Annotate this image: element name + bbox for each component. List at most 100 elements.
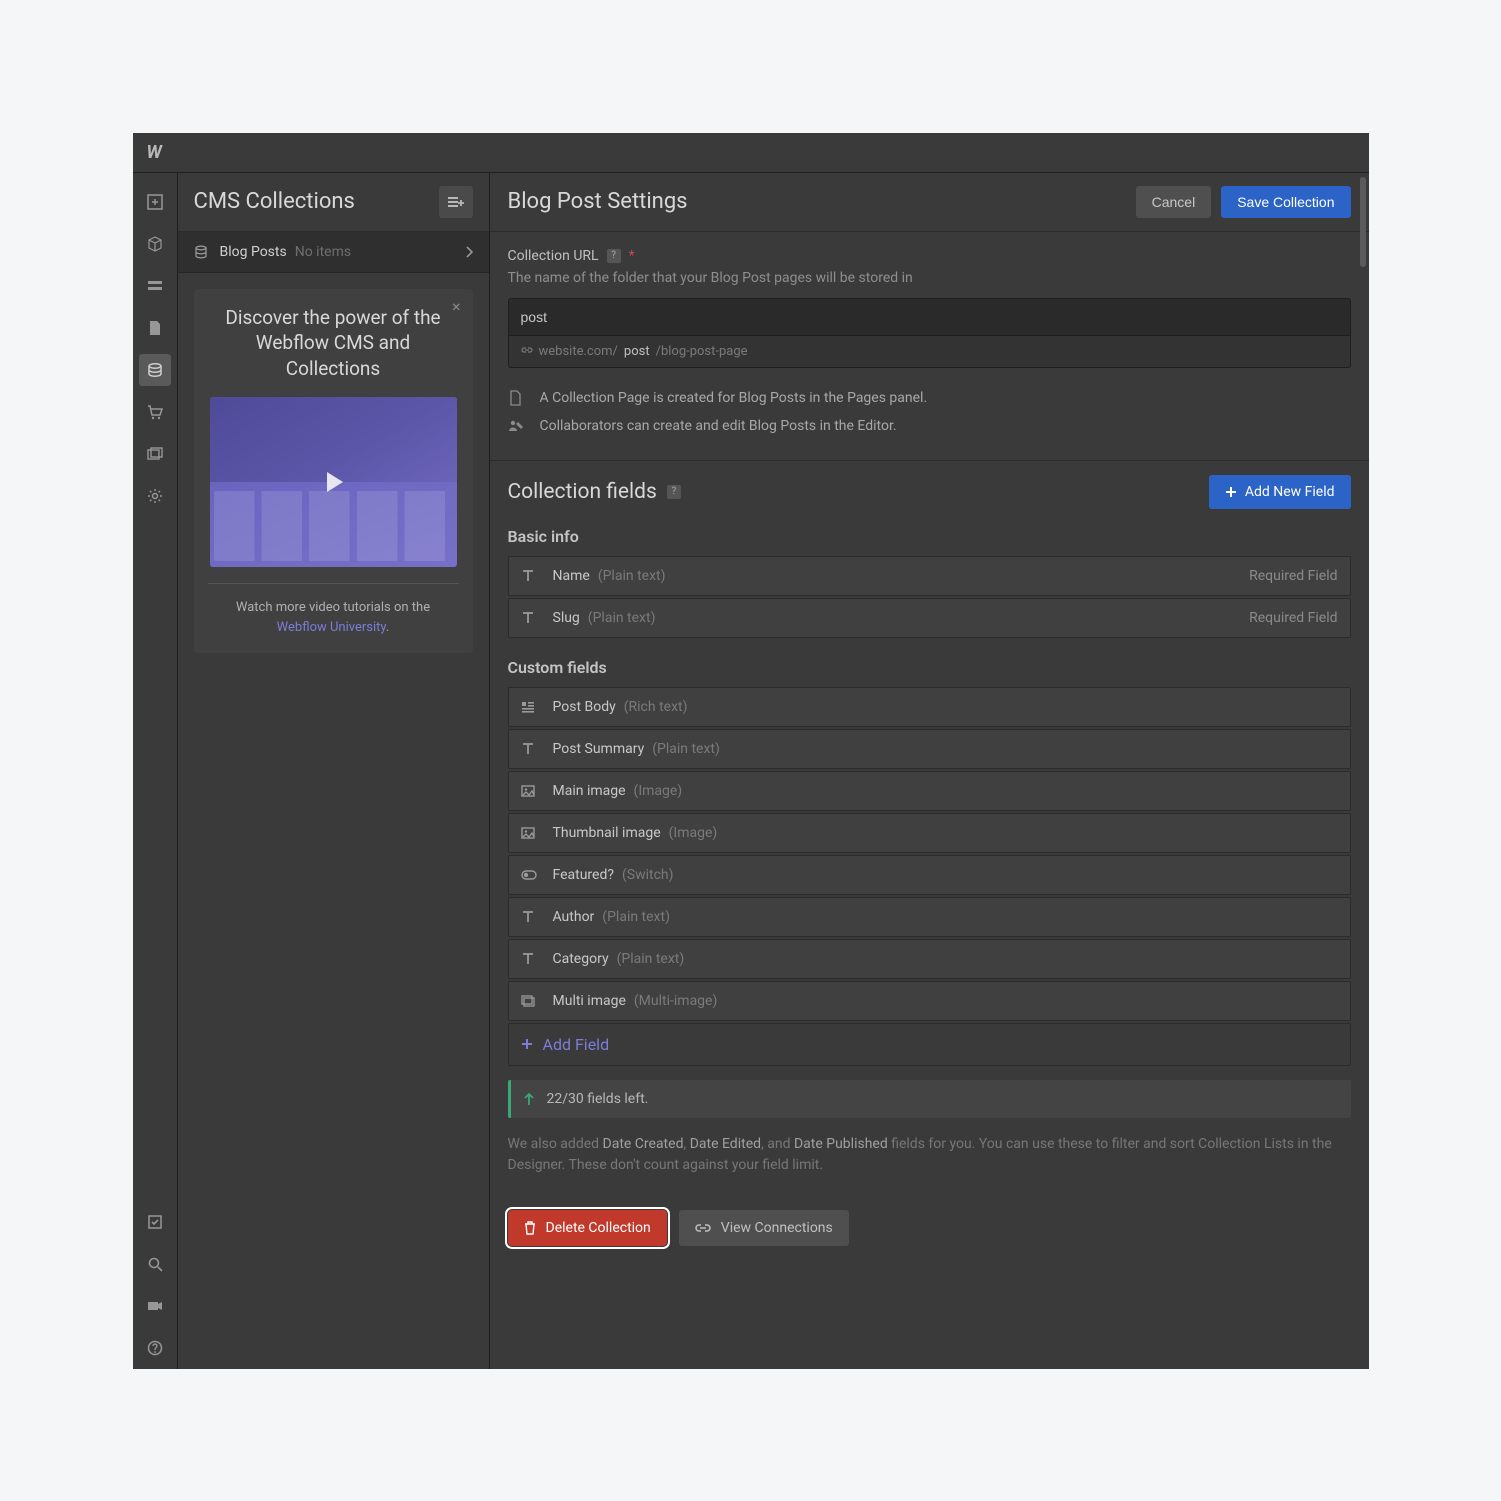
collection-count: No items	[295, 244, 465, 260]
chevron-right-icon	[465, 246, 473, 258]
field-row[interactable]: Category(Plain text)	[508, 939, 1351, 979]
delete-collection-button[interactable]: Delete Collection	[508, 1210, 667, 1246]
main-layout: CMS Collections Blog Posts No items × Di…	[133, 173, 1369, 1369]
field-row[interactable]: Slug (Plain text) Required Field	[508, 598, 1351, 638]
field-type-icon	[521, 910, 543, 924]
field-type-label: (Plain text)	[652, 741, 720, 757]
cms-icon[interactable]	[139, 354, 171, 386]
cancel-button[interactable]: Cancel	[1136, 186, 1212, 218]
field-row[interactable]: Featured?(Switch)	[508, 855, 1351, 895]
field-type-icon	[521, 701, 543, 713]
collection-url-section: Collection URL ? * The name of the folde…	[490, 232, 1369, 460]
ecommerce-icon[interactable]	[139, 396, 171, 428]
field-name: Author	[553, 909, 595, 925]
field-type-icon	[521, 995, 543, 1007]
field-type-icon	[521, 569, 543, 583]
field-row[interactable]: Name(Plain text)Required Field	[508, 556, 1351, 596]
info-row: Collaborators can create and edit Blog P…	[508, 412, 1351, 440]
fields-remaining-bar: 22/30 fields left.	[508, 1080, 1351, 1118]
field-type-icon	[521, 952, 543, 966]
webflow-university-link[interactable]: Webflow University	[277, 620, 386, 635]
help-icon[interactable]	[139, 1332, 171, 1364]
field-type-icon	[521, 870, 543, 880]
collection-name: Blog Posts	[220, 244, 287, 260]
field-type-icon	[521, 827, 543, 839]
add-field-row[interactable]: Add Field	[508, 1023, 1351, 1066]
left-rail	[133, 173, 178, 1369]
footer-note: We also added Date Created, Date Edited,…	[490, 1118, 1369, 1196]
basic-info-label: Basic info	[490, 519, 1369, 556]
field-row[interactable]: Multi image(Multi-image)	[508, 981, 1351, 1021]
field-row[interactable]: Post Body (Rich text)	[508, 687, 1351, 727]
layout-icon[interactable]	[139, 270, 171, 302]
field-row[interactable]: Thumbnail image(Image)	[508, 813, 1351, 853]
link-icon	[695, 1223, 711, 1233]
field-type-label: (Multi-image)	[634, 993, 717, 1009]
assets-icon[interactable]	[139, 438, 171, 470]
required-label: Required Field	[1249, 610, 1337, 626]
field-type-icon	[521, 611, 543, 625]
pages-icon[interactable]	[139, 312, 171, 344]
help-icon[interactable]: ?	[607, 249, 621, 263]
field-name: Category	[553, 951, 609, 967]
custom-fields-label: Custom fields	[490, 640, 1369, 687]
promo-title: Discover the power of the Webflow CMS an…	[210, 305, 457, 382]
video-icon[interactable]	[139, 1290, 171, 1322]
info-row: A Collection Page is created for Blog Po…	[508, 384, 1351, 412]
app-frame: W CMS Collections	[133, 133, 1369, 1369]
save-collection-button[interactable]: Save Collection	[1221, 186, 1350, 218]
collection-url-desc: The name of the folder that your Blog Po…	[508, 270, 1351, 286]
field-row[interactable]: Author (Plain text)	[508, 897, 1351, 937]
promo-video-thumb[interactable]	[210, 397, 457, 567]
field-type-label: (Plain text)	[598, 568, 666, 584]
database-icon	[194, 245, 208, 259]
field-name: Main image	[553, 783, 626, 799]
collection-fields-header: Collection fields ? Add New Field	[490, 461, 1369, 519]
editor-icon	[508, 419, 526, 433]
topbar: W	[133, 133, 1369, 173]
field-type-label: (Image)	[634, 783, 683, 799]
field-type-label: (Rich text)	[624, 699, 688, 715]
page-icon	[508, 390, 526, 406]
view-connections-button[interactable]: View Connections	[679, 1210, 849, 1246]
collection-url-label: Collection URL	[508, 248, 599, 264]
sidebar-title: CMS Collections	[194, 189, 355, 214]
field-type-icon	[521, 785, 543, 797]
field-type-label: (Plain text)	[602, 909, 670, 925]
collection-list-item[interactable]: Blog Posts No items	[178, 232, 489, 273]
page-title: Blog Post Settings	[508, 189, 1126, 214]
close-icon[interactable]: ×	[452, 297, 461, 316]
field-type-icon	[521, 742, 543, 756]
add-collection-button[interactable]	[439, 186, 473, 218]
promo-footer: Watch more video tutorials on the Webflo…	[210, 598, 457, 637]
cms-sidebar: CMS Collections Blog Posts No items × Di…	[178, 173, 490, 1369]
search-icon[interactable]	[139, 1248, 171, 1280]
required-indicator: *	[629, 248, 635, 264]
field-row[interactable]: Main image (Image)	[508, 771, 1351, 811]
collection-url-input[interactable]	[508, 298, 1351, 336]
settings-icon[interactable]	[139, 480, 171, 512]
field-name: Slug	[553, 610, 580, 626]
scrollbar-thumb[interactable]	[1360, 177, 1366, 267]
settings-header: Blog Post Settings Cancel Save Collectio…	[490, 173, 1369, 232]
sidebar-header: CMS Collections	[178, 173, 489, 232]
field-name: Thumbnail image	[553, 825, 661, 841]
field-name: Name	[553, 568, 590, 584]
field-type-label: (Switch)	[622, 867, 674, 883]
trash-icon	[524, 1221, 536, 1235]
box-icon[interactable]	[139, 228, 171, 260]
field-name: Post Summary	[553, 741, 645, 757]
field-type-label: (Plain text)	[588, 610, 656, 626]
field-row[interactable]: Post Summary (Plain text)	[508, 729, 1351, 769]
add-new-field-button[interactable]: Add New Field	[1209, 475, 1351, 509]
webflow-logo-icon: W	[147, 142, 162, 163]
play-icon	[315, 464, 351, 500]
link-icon	[521, 345, 533, 357]
settings-panel: Blog Post Settings Cancel Save Collectio…	[490, 173, 1369, 1369]
help-icon[interactable]: ?	[667, 485, 681, 499]
collection-fields-title: Collection fields	[508, 480, 657, 504]
audit-icon[interactable]	[139, 1206, 171, 1238]
field-name: Post Body	[553, 699, 616, 715]
footer-actions: Delete Collection View Connections	[490, 1196, 1369, 1270]
add-element-icon[interactable]	[139, 186, 171, 218]
